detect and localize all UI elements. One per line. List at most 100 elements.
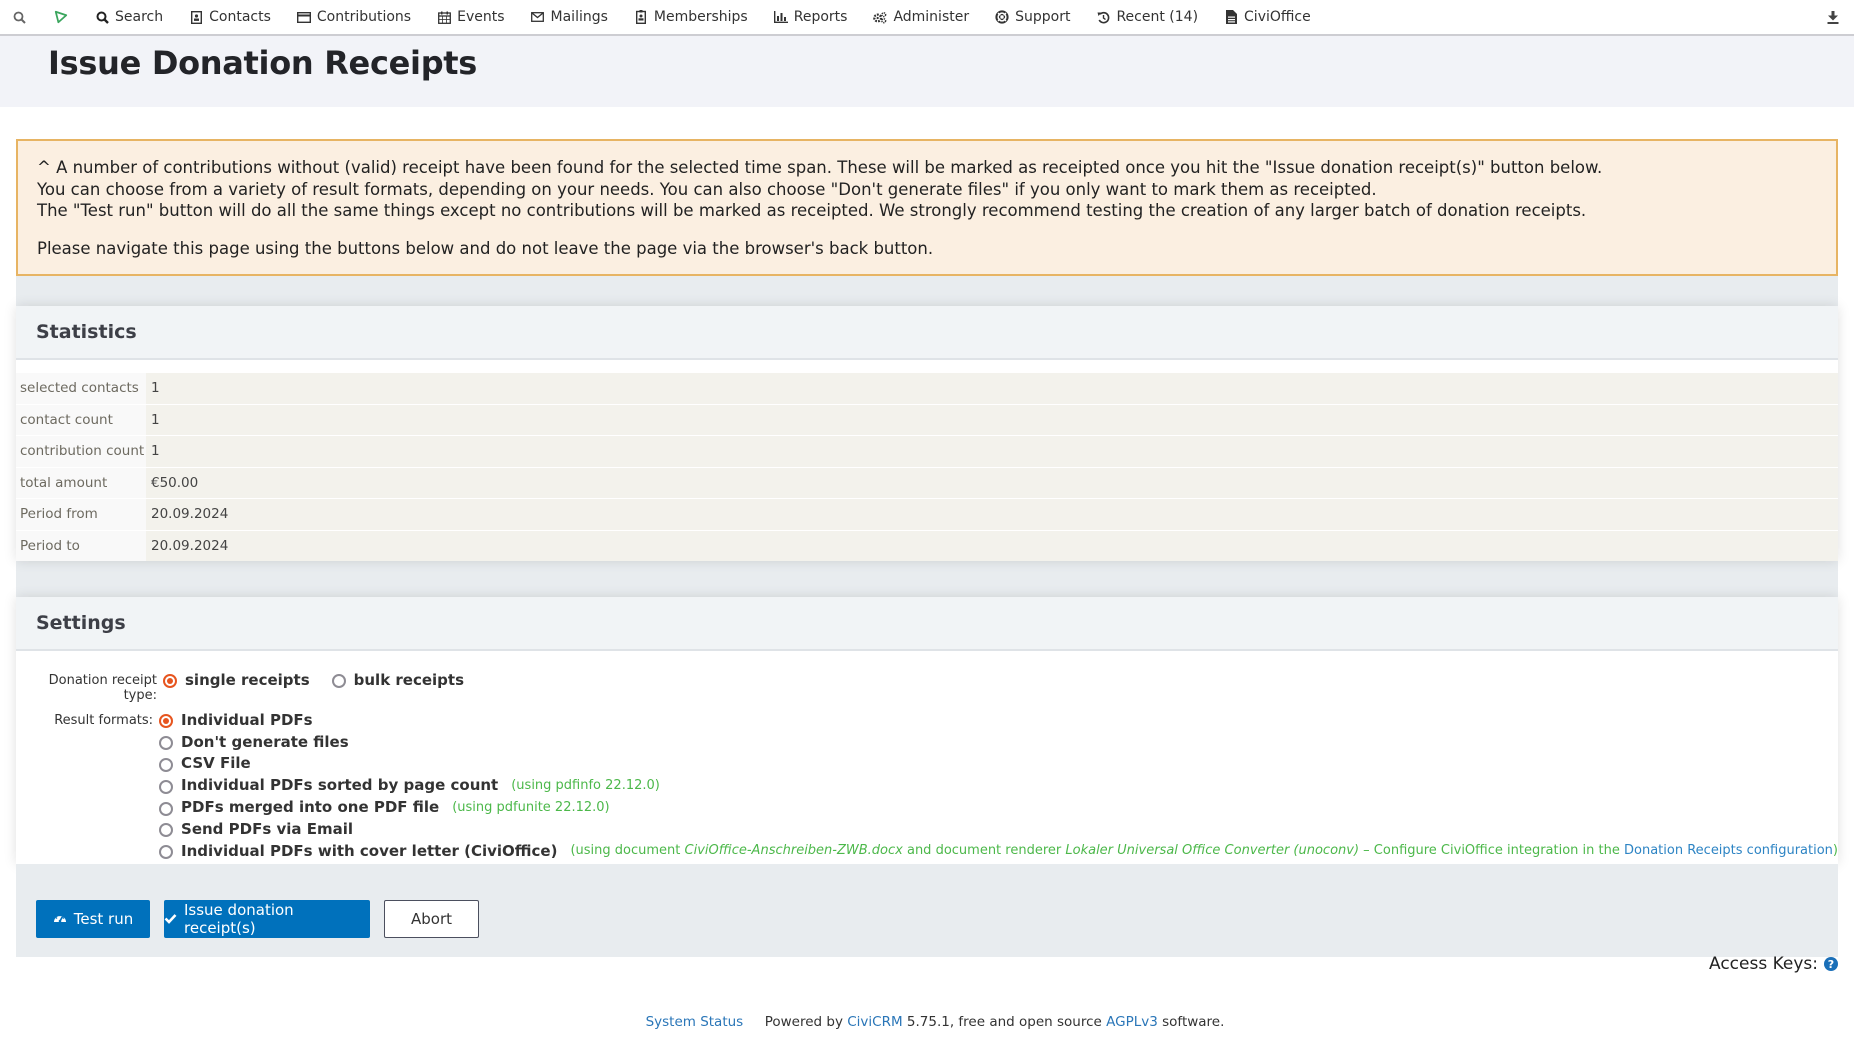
radio-unselected-icon[interactable] — [159, 801, 174, 816]
note-text: ) — [1832, 843, 1838, 859]
stat-label: Period to — [16, 530, 146, 561]
statistics-table: selected contacts 1 contact count 1 cont… — [16, 360, 1838, 561]
document-icon — [1224, 10, 1238, 24]
radio-bulk-receipts[interactable]: bulk receipts — [331, 669, 464, 691]
table-row: selected contacts 1 — [16, 372, 1838, 404]
button-label: Issue donation receipt(s) — [184, 900, 294, 937]
check-icon — [164, 910, 177, 928]
info-navigation-note: Please navigate this page using the butt… — [37, 238, 934, 258]
civicrm-logo-icon — [54, 10, 68, 24]
nav-search[interactable]: Search — [82, 0, 176, 34]
result-formats-label: Result formats: — [54, 713, 154, 728]
test-run-button[interactable]: Test run — [36, 899, 150, 938]
nav-reports[interactable]: Reports — [761, 0, 861, 34]
system-status-link[interactable]: System Status — [646, 1014, 744, 1030]
donation-receipts-config-link[interactable]: Donation Receipts configuration — [1624, 843, 1833, 858]
option-label: Don't generate files — [181, 732, 349, 751]
help-question-icon[interactable]: ? — [1824, 957, 1838, 971]
radio-individual-pdfs[interactable]: Individual PDFs — [159, 709, 1838, 731]
stat-value: 1 — [146, 373, 1838, 404]
stat-value: 20.09.2024 — [146, 499, 1838, 530]
nav-recent[interactable]: Recent (14) — [1083, 0, 1211, 34]
option-label: PDFs merged into one PDF file — [181, 798, 440, 817]
radio-unselected-icon[interactable] — [159, 823, 174, 838]
radio-pdfs-with-cover-letter[interactable]: Individual PDFs with cover letter (CiviO… — [159, 840, 1838, 862]
nav-civioffice[interactable]: CiviOffice — [1211, 0, 1324, 34]
radio-unselected-icon[interactable] — [159, 736, 174, 751]
civicrm-home-logo[interactable] — [40, 0, 82, 34]
table-row: Period to 20.09.2024 — [16, 529, 1838, 561]
form-area: Statistics selected contacts 1 contact c… — [16, 276, 1838, 957]
radio-selected-icon[interactable] — [163, 674, 177, 689]
radio-single-receipts[interactable]: single receipts — [163, 669, 310, 691]
civioffice-note: (using document CiviOffice-Anschreiben-Z… — [570, 843, 1838, 858]
button-label: Abort — [410, 909, 452, 928]
credit-card-icon — [296, 10, 311, 24]
nav-label: Recent (14) — [1116, 9, 1199, 25]
dashboard-gauge-icon — [53, 910, 67, 928]
page-title: Issue Donation Receipts — [48, 44, 478, 82]
form-buttons: Test run Issue donation receipt(s) Abort — [16, 863, 1838, 957]
radio-csv-file[interactable]: CSV File — [159, 753, 1838, 775]
stat-label: Period from — [16, 499, 146, 530]
life-ring-icon — [995, 10, 1009, 24]
gears-icon — [873, 10, 887, 24]
info-line: The "Test run" button will do all the sa… — [37, 201, 1587, 220]
radio-send-pdfs-via-email[interactable]: Send PDFs via Email — [159, 818, 1838, 840]
table-row: contact count 1 — [16, 403, 1838, 435]
radio-selected-icon[interactable] — [159, 714, 174, 729]
table-row: total amount €50.00 — [16, 466, 1838, 498]
table-row: contribution count 1 — [16, 435, 1838, 467]
stat-value: 1 — [146, 404, 1838, 435]
main-content: ^ A number of contributions without (val… — [16, 139, 1838, 957]
nav-support[interactable]: Support — [982, 0, 1083, 34]
radio-pdfs-merged[interactable]: PDFs merged into one PDF file (using pdf… — [159, 796, 1838, 818]
civicrm-link[interactable]: CiviCRM — [847, 1014, 902, 1030]
issue-donation-receipts-button[interactable]: Issue donation receipt(s) — [164, 899, 370, 938]
receipt-type-row: Donation receipt type: single receipts b… — [16, 669, 1838, 703]
option-label: Individual PDFs with cover letter (CiviO… — [181, 841, 558, 860]
top-menu-bar: Search Contacts Contributions Events Mai… — [0, 0, 1854, 36]
nav-label: Events — [457, 9, 505, 25]
nav-mailings[interactable]: Mailings — [518, 0, 621, 34]
radio-unselected-icon[interactable] — [331, 674, 346, 689]
option-label: Individual PDFs sorted by page count — [181, 776, 499, 795]
settings-panel: Settings Donation receipt type: single r… — [16, 597, 1838, 864]
menubar-toggle-button[interactable] — [1813, 0, 1854, 34]
history-icon — [1096, 10, 1110, 24]
nav-label: Contributions — [316, 9, 412, 25]
nav-memberships[interactable]: Memberships — [621, 0, 761, 34]
option-note: (using pdfinfo 22.12.0) — [511, 777, 660, 793]
nav-label: CiviOffice — [1244, 9, 1311, 25]
quick-search-button[interactable] — [0, 0, 40, 34]
footer-text: software. — [1162, 1014, 1225, 1030]
nav-administer[interactable]: Administer — [860, 0, 982, 34]
search-icon — [12, 10, 26, 24]
radio-unselected-icon[interactable] — [159, 845, 174, 860]
note-text: (using document — [570, 843, 685, 859]
nav-contacts[interactable]: Contacts — [176, 0, 284, 34]
note-text: – Configure CiviOffice integration in th… — [1359, 843, 1625, 859]
nav-label: Support — [1015, 9, 1071, 25]
nav-label: Mailings — [550, 9, 608, 25]
agplv3-link[interactable]: AGPLv3 — [1106, 1014, 1158, 1030]
nav-contributions[interactable]: Contributions — [284, 0, 424, 34]
page-header: Issue Donation Receipts — [0, 36, 1854, 107]
stat-value: €50.00 — [146, 467, 1838, 498]
note-document: CiviOffice-Anschreiben-ZWB.docx — [684, 843, 903, 859]
bar-chart-icon — [773, 10, 788, 24]
footer-text: 5.75.1, free and open source — [906, 1014, 1102, 1030]
note-renderer: Lokaler Universal Office Converter (unoc… — [1065, 843, 1360, 859]
stat-label: total amount — [16, 467, 146, 498]
option-label: Send PDFs via Email — [181, 819, 354, 838]
access-keys-label: Access Keys: — [1708, 954, 1818, 974]
nav-label: Memberships — [653, 9, 748, 25]
radio-pdfs-sorted-by-page-count[interactable]: Individual PDFs sorted by page count (us… — [159, 774, 1838, 796]
nav-label: Contacts — [209, 9, 271, 25]
nav-events[interactable]: Events — [424, 0, 517, 34]
statistics-panel: Statistics selected contacts 1 contact c… — [16, 306, 1838, 561]
radio-dont-generate-files[interactable]: Don't generate files — [159, 731, 1838, 753]
radio-unselected-icon[interactable] — [159, 779, 174, 794]
radio-unselected-icon[interactable] — [159, 757, 174, 772]
abort-button[interactable]: Abort — [384, 899, 479, 938]
